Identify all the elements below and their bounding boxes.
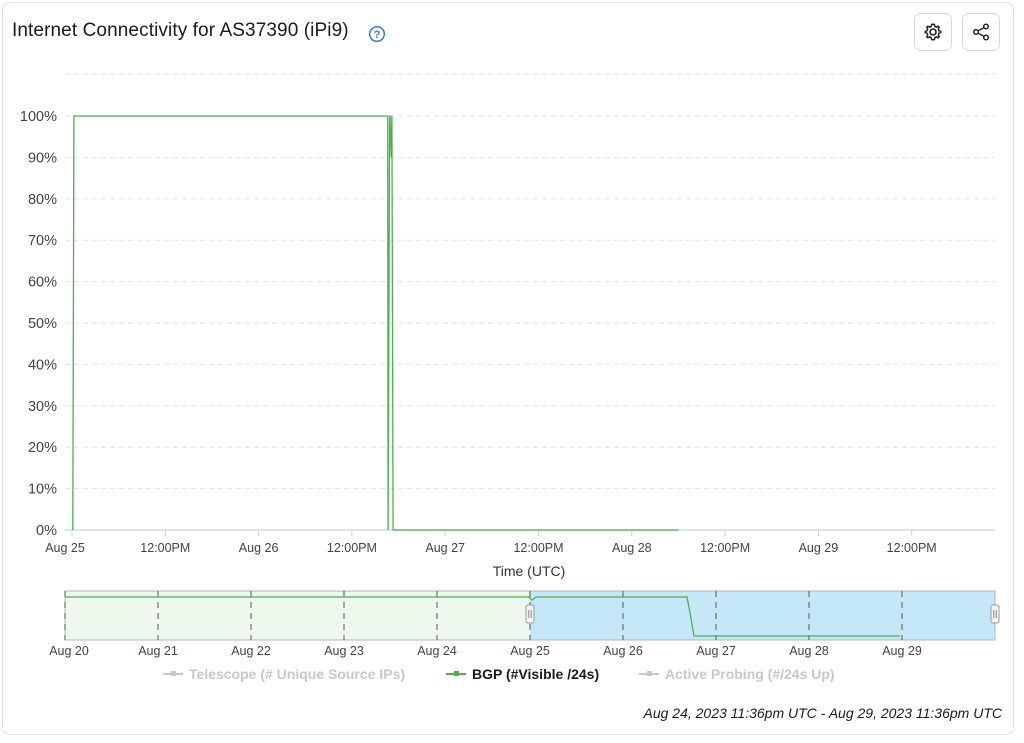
navigator[interactable]: Aug 20 Aug 21 Aug 22 Aug 23 Aug 24 Aug 25 Aug … xyxy=(49,590,1000,658)
navigator-tick-label: Aug 22 xyxy=(231,644,271,658)
navigator-left-handle[interactable] xyxy=(525,604,535,624)
x-tick-label: 12:00PM xyxy=(327,541,377,555)
y-tick-label: 10% xyxy=(28,482,57,498)
legend-label-bgp: BGP (#Visible /24s) xyxy=(472,666,600,682)
navigator-selected-range[interactable] xyxy=(530,591,995,640)
y-tick-label: 50% xyxy=(28,316,57,332)
legend-label-telescope: Telescope (# Unique Source IPs) xyxy=(189,666,406,682)
navigator-tick-label: Aug 20 xyxy=(49,644,89,658)
y-tick-label: 90% xyxy=(28,150,57,166)
legend-label-active-probing: Active Probing (#/24s Up) xyxy=(665,666,835,682)
navigator-right-handle[interactable] xyxy=(990,604,1000,624)
date-range-text: Aug 24, 2023 11:36pm UTC - Aug 29, 2023 … xyxy=(643,705,1002,721)
navigator-tick-label: Aug 21 xyxy=(138,644,178,658)
navigator-tick-label: Aug 25 xyxy=(510,644,550,658)
navigator-tick-label: Aug 23 xyxy=(324,644,364,658)
x-tick-label: Aug 25 xyxy=(45,541,85,555)
x-axis-ticks: Aug 25 12:00PM Aug 26 12:00PM Aug 27 12:00PM A… xyxy=(45,530,937,555)
x-tick-label: Aug 26 xyxy=(239,541,279,555)
x-tick-label: 12:00PM xyxy=(887,541,937,555)
y-tick-label: 0% xyxy=(36,523,57,539)
y-axis-ticks: 0% 10% 20% 30% 40% 50% 60% 70% 80% 90% 100% xyxy=(20,109,57,539)
navigator-tick-label: Aug 28 xyxy=(789,644,829,658)
navigator-tick-label: Aug 24 xyxy=(417,644,457,658)
x-tick-label: Aug 29 xyxy=(799,541,839,555)
connectivity-chart[interactable]: 0% 10% 20% 30% 40% 50% 60% 70% 80% 90% 100% Aug 25… xyxy=(0,0,1024,665)
navigator-unselected-area xyxy=(65,591,530,640)
x-tick-label: 12:00PM xyxy=(140,541,190,555)
navigator-tick-label: Aug 29 xyxy=(882,644,922,658)
x-tick-label: 12:00PM xyxy=(700,541,750,555)
x-tick-label: Aug 28 xyxy=(612,541,652,555)
legend-item-active-probing[interactable]: Active Probing (#/24s Up) xyxy=(639,666,835,682)
y-tick-label: 20% xyxy=(28,440,57,456)
legend-item-bgp[interactable]: BGP (#Visible /24s) xyxy=(446,666,599,682)
legend-swatch xyxy=(163,669,183,679)
x-tick-label: Aug 27 xyxy=(425,541,465,555)
legend: Telescope (# Unique Source IPs) BGP (#Vi… xyxy=(0,666,1024,686)
y-tick-label: 40% xyxy=(28,357,57,373)
x-tick-label: 12:00PM xyxy=(513,541,563,555)
navigator-tick-label: Aug 26 xyxy=(603,644,643,658)
y-tick-label: 80% xyxy=(28,192,57,208)
y-tick-label: 70% xyxy=(28,233,57,249)
y-tick-label: 100% xyxy=(20,109,57,125)
legend-swatch xyxy=(639,669,659,679)
navigator-tick-label: Aug 27 xyxy=(696,644,736,658)
legend-swatch xyxy=(446,669,466,679)
legend-item-telescope[interactable]: Telescope (# Unique Source IPs) xyxy=(163,666,405,682)
x-axis-label: Time (UTC) xyxy=(493,563,566,579)
grid-lines xyxy=(65,73,995,531)
y-tick-label: 60% xyxy=(28,275,57,291)
y-tick-label: 30% xyxy=(28,399,57,415)
